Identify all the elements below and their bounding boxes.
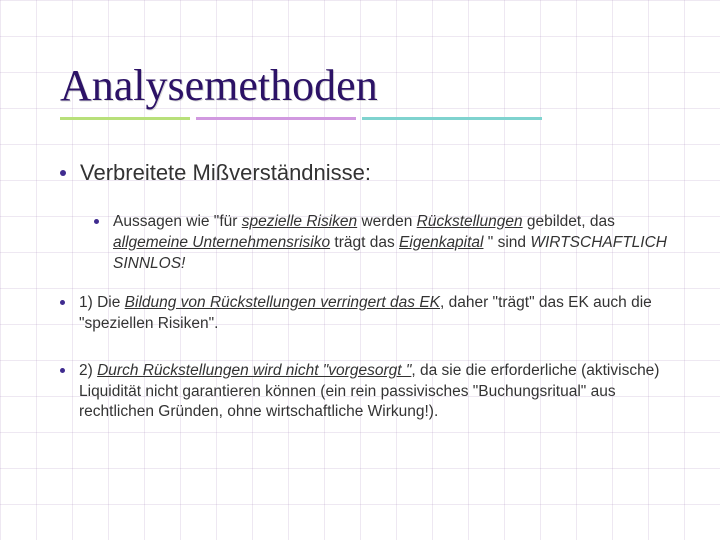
bullet-icon <box>94 219 99 224</box>
point-2-text: 2) Durch Rückstellungen wird nicht "vorg… <box>79 361 680 424</box>
slide: Analysemethoden Verbreitete Mißverständn… <box>0 0 720 469</box>
section-heading: Verbreitete Mißverständnisse: <box>80 160 371 186</box>
sub-bullet-row: Aussagen wie "für spezielle Risiken werd… <box>60 212 680 275</box>
bullet-icon <box>60 170 66 176</box>
heading-row: Verbreitete Mißverständnisse: <box>60 160 680 186</box>
bullet-icon <box>60 368 65 373</box>
sub-bullet-text: Aussagen wie "für spezielle Risiken werd… <box>113 212 680 275</box>
point-2-row: 2) Durch Rückstellungen wird nicht "vorg… <box>60 361 680 424</box>
slide-title: Analysemethoden <box>60 60 680 111</box>
bullet-icon <box>60 300 65 305</box>
point-1-text: 1) Die Bildung von Rückstellungen verrin… <box>79 293 680 335</box>
title-underline <box>60 117 680 120</box>
point-1-row: 1) Die Bildung von Rückstellungen verrin… <box>60 293 680 335</box>
